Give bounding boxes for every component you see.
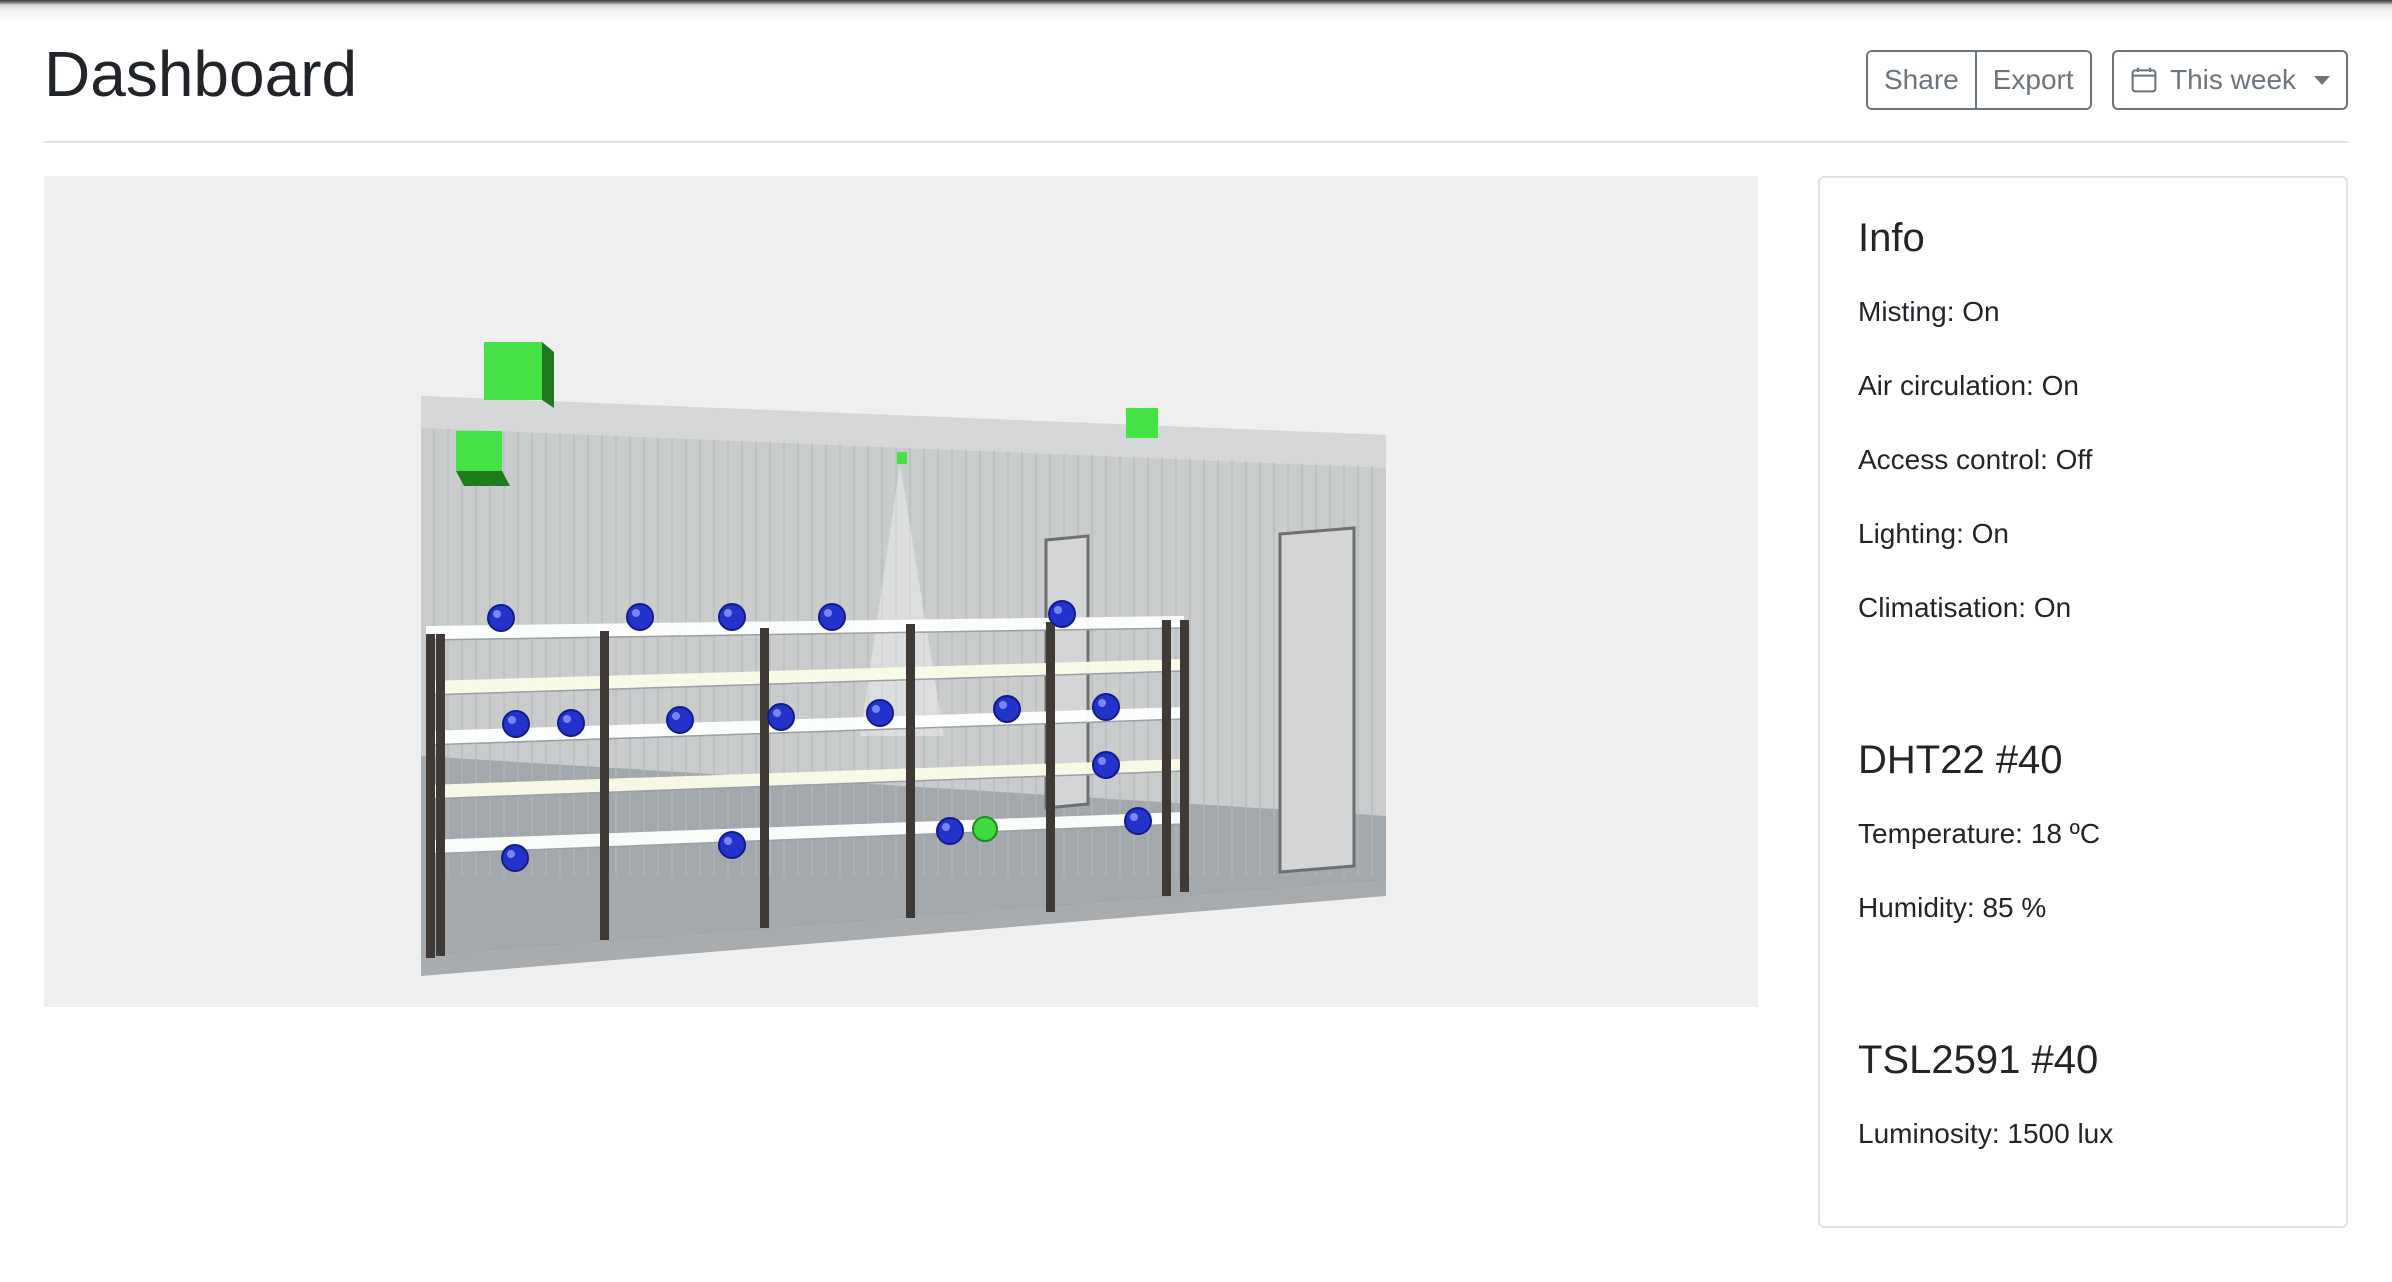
mister-nozzle — [897, 452, 907, 464]
caret-down-icon — [2314, 75, 2330, 85]
window-top-bar — [0, 0, 2392, 24]
share-button[interactable]: Share — [1868, 52, 1977, 108]
status-lighting: Lighting: On — [1858, 518, 2009, 549]
air-unit-cube — [484, 342, 542, 400]
dht22-humidity: Humidity: 85 % — [1858, 892, 2047, 923]
date-range-label: This week — [2170, 64, 2297, 95]
dht22-title: DHT22 #40 — [1858, 738, 2063, 782]
status-misting: Misting: On — [1858, 296, 2000, 327]
calendar-icon — [2131, 67, 2157, 93]
status-climatisation: Climatisation: On — [1858, 592, 2072, 623]
page-title: Dashboard — [44, 38, 358, 110]
info-title: Info — [1858, 216, 1925, 260]
tsl2591-title: TSL2591 #40 — [1858, 1038, 2099, 1082]
dht22-temperature: Temperature: 18 ºC — [1858, 818, 2101, 849]
toolbar-button-group: Share Export — [1866, 50, 2092, 110]
light-unit — [1126, 408, 1158, 438]
export-button[interactable]: Export — [1976, 52, 2090, 108]
tsl2591-luminosity: Luminosity: 1500 lux — [1858, 1118, 2114, 1149]
info-panel: Info Misting: On Air circulation: On Acc… — [1818, 176, 2348, 1228]
header-divider — [44, 141, 2348, 143]
greenhouse-3d-view[interactable] — [44, 176, 1758, 1007]
status-access-control: Access control: Off — [1858, 444, 2093, 475]
date-range-dropdown[interactable]: This week — [2112, 50, 2348, 110]
fan-unit — [456, 431, 502, 471]
status-air-circulation: Air circulation: On — [1858, 370, 2079, 401]
